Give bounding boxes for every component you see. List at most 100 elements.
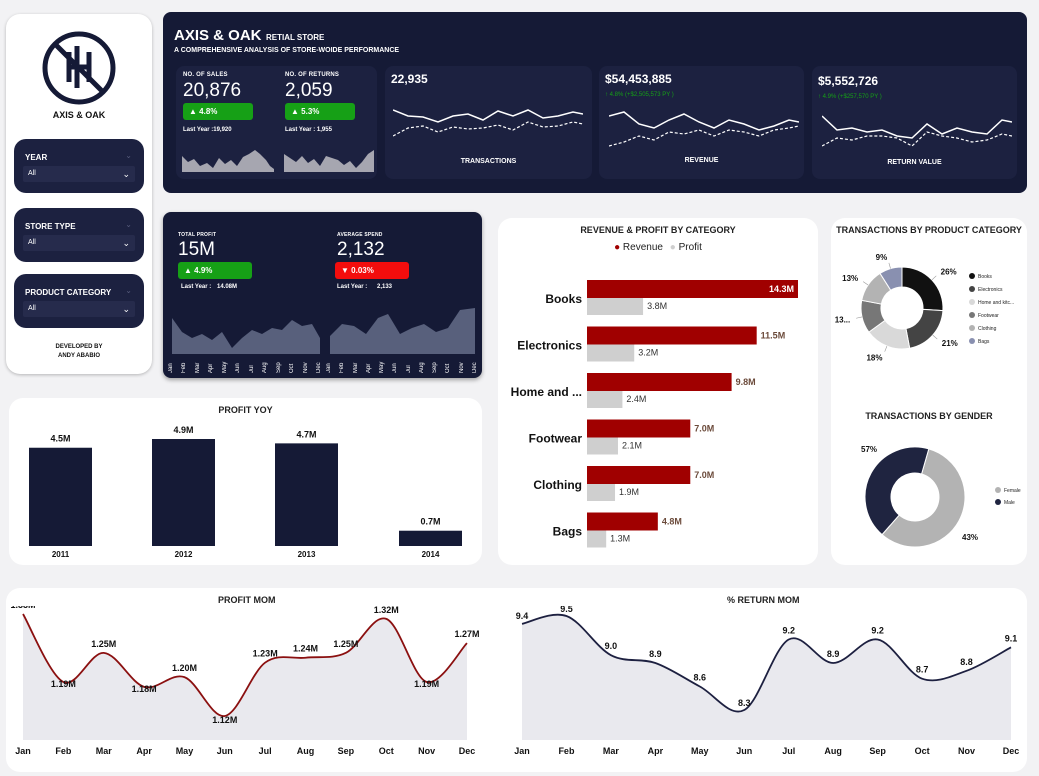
legend-marker [969,273,975,279]
point-data-label: 8.9 [827,649,840,659]
x-axis-label: Sep [338,746,355,756]
avg-spend-last-year-label: Last Year : [337,284,368,290]
month-label: Mar [194,362,201,373]
returns-last-year: Last Year : 1,955 [285,127,332,133]
x-axis-label: Aug [297,746,315,756]
point-data-label: 1.24M [293,644,318,654]
revenue-card: $54,453,885 ↑ 4.8% (+$2,505,573 PY ) REV… [599,66,804,179]
store-type-dropdown[interactable]: All ⌄ [23,235,135,251]
chevron-down-icon: ⌄ [125,286,132,295]
sales-sparkline [182,150,274,172]
revenue-data-label: 14.3M [769,284,794,294]
avg-spend-label: AVERAGE SPEND [337,232,383,238]
profit-yoy-title: PROFIT YOY [218,405,273,415]
transactions-sparkline [393,109,583,137]
product-category-slicer-label: PRODUCT CATEGORY [25,288,112,297]
legend-profit-label: Profit [678,242,702,253]
point-data-label: 8.6 [694,673,707,683]
sales-last-year: Last Year :19,920 [183,127,232,133]
point-data-label: 1.32M [374,606,399,615]
month-label: Nov [302,362,309,373]
x-axis-label: Jul [259,746,272,756]
category-label: Bags [553,525,583,539]
product-category-slicer[interactable]: PRODUCT CATEGORY ⌄ All ⌄ [14,274,144,328]
legend-label: Female [1004,488,1021,494]
line-area-fill [522,614,1011,740]
point-data-label: 1.12M [212,715,237,725]
leader-line [888,262,891,269]
transactions-pies-card: TRANSACTIONS BY PRODUCT CATEGORY 26% 21% 1… [831,218,1027,565]
month-label: Jun [392,363,399,373]
return-value-card: $5,552,726 ↑ 4.9% (+$257,570 PY ) RETURN… [812,66,1017,179]
brand-logo [42,31,116,105]
product-category-dropdown[interactable]: All ⌄ [23,301,135,317]
point-data-label: 1.19M [414,679,439,689]
point-data-label: 8.7 [916,665,929,675]
x-axis-label: Oct [379,746,394,756]
slice-data-label: 13% [842,274,858,283]
x-axis-label: Jun [736,746,752,756]
legend-marker [969,325,975,331]
point-data-label: 1.25M [91,639,116,649]
month-label: Oct [289,363,296,373]
revenue-bar [587,326,757,345]
returns-sparkline [284,150,374,172]
mom-card: PROFIT MOM % RETURN MOM 1.33M Jan 1.19M Feb… [6,588,1027,772]
profit-yoy-bar [399,530,462,546]
profit-yoy-card: PROFIT YOY 4.5M 2011 4.9M 2012 4.7M 2013 0.7M 2… [9,398,482,565]
x-axis-label: Jan [514,746,530,756]
chevron-down-icon: ⌄ [122,169,130,179]
year-dropdown[interactable]: All ⌄ [23,166,135,182]
legend-label: Male [1004,500,1015,506]
legend-label: Books [978,274,992,280]
revenue-bar [587,466,691,484]
legend-label: Clothing [978,326,997,332]
chevron-down-icon: ⌄ [122,304,130,314]
returns-value: 2,059 [285,80,333,101]
profit-yoy-axis-label: 2012 [175,550,193,559]
sales-change-badge: ▲ 4.8% [183,103,253,120]
profit-yoy-axis-label: 2011 [52,550,70,559]
profit-bar [587,344,635,362]
brand-name: AXIS & OAK [52,110,106,120]
x-axis-label: May [691,746,709,756]
store-type-slicer[interactable]: STORE TYPE ⌄ All ⌄ [14,208,144,262]
x-axis-label: Apr [136,746,152,756]
donut-slice [901,266,944,312]
profit-spend-panel: TOTAL PROFIT 15M ▲ 4.9% Last Year : 14.0… [163,212,482,378]
x-axis-label: Aug [824,746,842,756]
month-label: Jan [168,363,174,373]
profit-yoy-bar [152,439,215,546]
header-panel: AXIS & OAK RETIAL STORE A COMPREHENSIVE … [163,12,1027,193]
trans-cat-title: TRANSACTIONS BY PRODUCT CATEGORY [836,225,1022,235]
profit-month-area [172,318,320,354]
point-data-label: 9.2 [871,626,884,636]
category-label: Electronics [517,339,582,353]
month-label: Oct [445,363,452,373]
month-label: Mar [352,362,359,373]
leader-line [931,275,937,281]
month-label: Aug [418,362,425,373]
profit-data-label: 1.9M [619,487,639,497]
month-label: May [221,361,228,373]
x-axis-label: Jan [15,746,31,756]
trans-gender-chart: 57% 43% Female Male [861,445,1021,548]
month-label: Jul [405,365,412,373]
month-label: Feb [181,362,188,373]
developer-name: ANDY ABABIO [57,353,100,359]
profit-yoy-axis-label: 2014 [422,550,440,559]
profit-mom-title: PROFIT MOM [218,595,276,605]
leader-line [884,346,888,352]
point-data-label: 8.8 [960,657,973,667]
point-data-label: 8.3 [738,698,751,708]
rev-profit-card: REVENUE & PROFIT BY CATEGORY ● Revenue ●… [498,218,818,565]
return-value-label: RETURN VALUE [887,159,942,166]
leader-line [862,281,869,286]
total-profit-value: 15M [178,239,215,260]
legend-label: Bags [978,339,990,345]
revenue-sparkline [609,111,799,147]
year-slicer[interactable]: YEAR ⌄ All ⌄ [14,139,144,193]
return-value-sparkline [822,115,1012,147]
sales-returns-card: NO. OF SALES 20,876 ▲ 4.8% Last Year :19… [176,66,377,179]
revenue-bar [587,512,658,531]
